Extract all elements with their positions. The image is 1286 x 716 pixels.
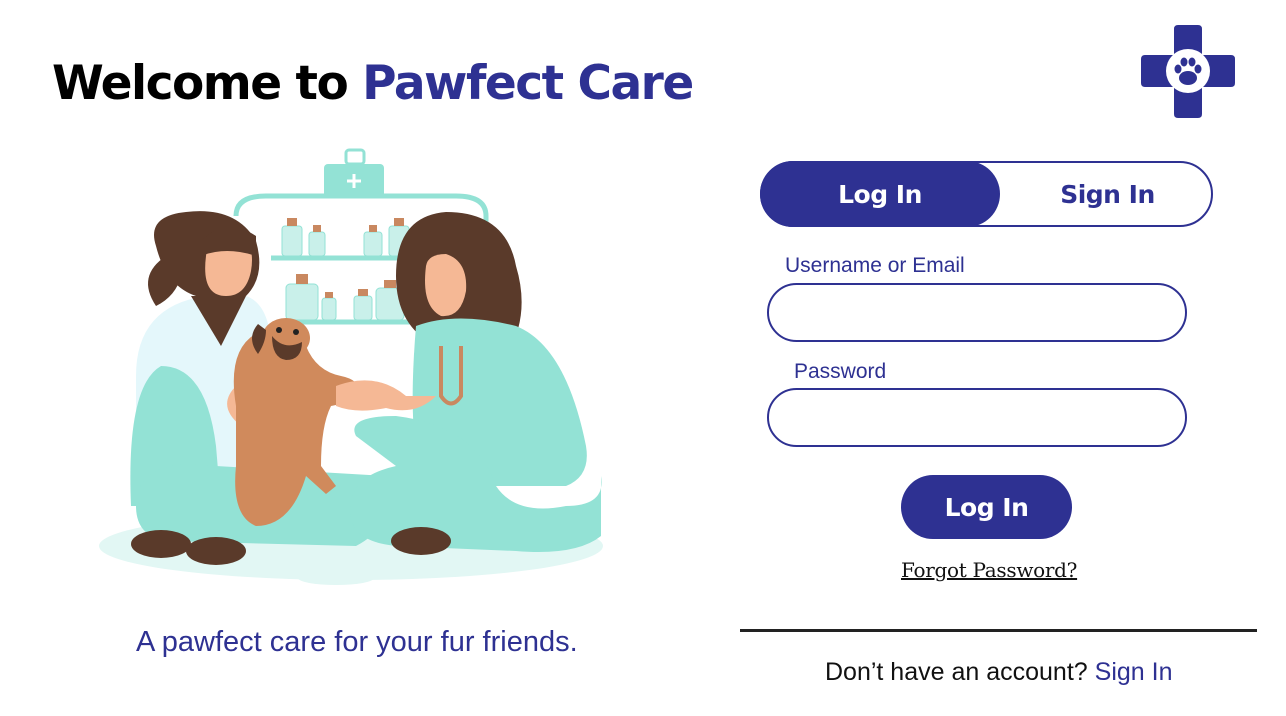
tagline: A pawfect care for your fur friends. bbox=[136, 626, 578, 658]
username-field[interactable] bbox=[767, 283, 1187, 342]
title-brand: Pawfect Care bbox=[362, 56, 694, 111]
tab-sign-in[interactable]: Sign In bbox=[1000, 161, 1215, 227]
divider bbox=[740, 629, 1257, 632]
title-prefix: Welcome to bbox=[52, 56, 363, 111]
username-label: Username or Email bbox=[785, 254, 965, 277]
auth-tabs: Log In Sign In bbox=[760, 161, 1213, 227]
password-label: Password bbox=[794, 360, 887, 383]
signup-prompt: Don’t have an account? Sign In bbox=[825, 658, 1172, 687]
signup-prompt-text: Don’t have an account? bbox=[825, 658, 1088, 686]
medical-cross-paw-icon bbox=[1141, 25, 1235, 118]
vets-with-dog-illustration bbox=[96, 146, 616, 592]
page-title: Welcome to Pawfect Care bbox=[52, 56, 694, 111]
password-field[interactable] bbox=[767, 388, 1187, 447]
log-in-button[interactable]: Log In bbox=[901, 475, 1072, 539]
tab-log-in[interactable]: Log In bbox=[760, 161, 1000, 227]
forgot-password-link[interactable]: Forgot Password? bbox=[901, 558, 1077, 582]
sign-in-link[interactable]: Sign In bbox=[1095, 658, 1173, 686]
